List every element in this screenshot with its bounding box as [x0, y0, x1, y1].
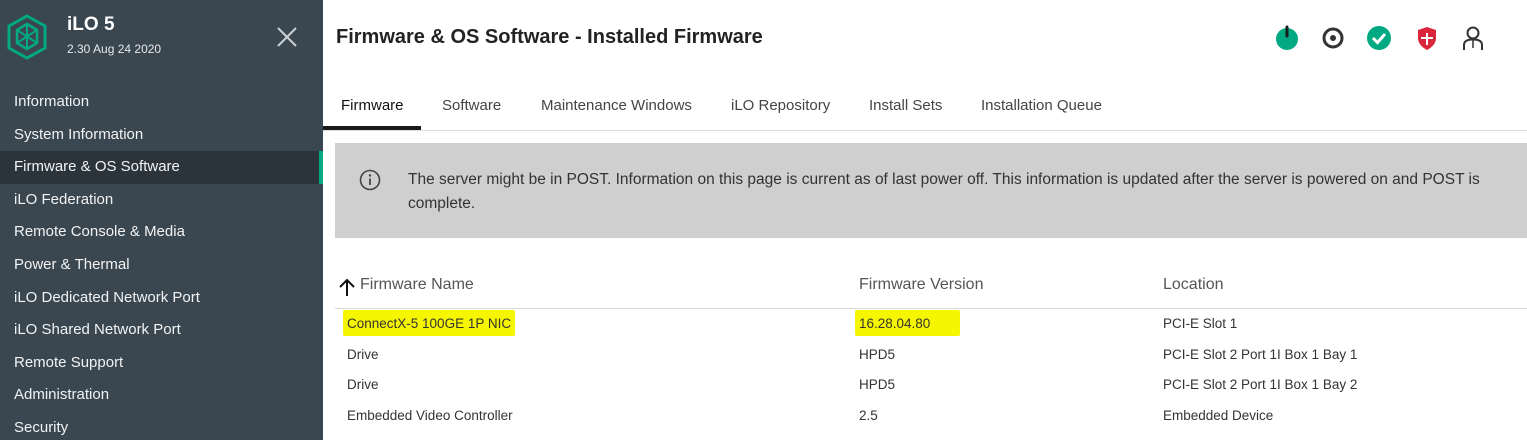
- sidebar-item-administration[interactable]: Administration: [0, 379, 323, 412]
- active-tab-indicator: [323, 126, 421, 130]
- tab-ilo-repository[interactable]: iLO Repository: [731, 88, 830, 128]
- table-row[interactable]: ConnectX-5 100GE 1P NIC 16.28.04.80 PCI-…: [335, 309, 1527, 340]
- firmware-name-cell: Drive: [347, 377, 379, 392]
- ilo-logo-icon: [7, 14, 47, 60]
- sidebar-item-remote-support[interactable]: Remote Support: [0, 347, 323, 380]
- info-icon: [359, 169, 381, 191]
- security-shield-icon[interactable]: [1413, 24, 1441, 52]
- sort-ascending-icon[interactable]: [338, 277, 356, 297]
- sidebar-item-ilo-federation[interactable]: iLO Federation: [0, 184, 323, 217]
- user-icon[interactable]: [1459, 24, 1487, 52]
- firmware-version-cell: 16.28.04.80: [855, 310, 961, 336]
- close-icon[interactable]: [274, 24, 300, 50]
- sidebar-item-ilo-dedicated-network-port[interactable]: iLO Dedicated Network Port: [0, 282, 323, 315]
- health-ok-icon[interactable]: [1365, 24, 1393, 52]
- tab-firmware[interactable]: Firmware: [341, 88, 404, 128]
- firmware-version-cell: HPD5: [859, 346, 896, 362]
- app-name: iLO 5: [67, 14, 115, 35]
- firmware-table: Firmware Name Firmware Version Location …: [335, 268, 1527, 431]
- app-version: 2.30 Aug 24 2020: [67, 42, 162, 56]
- tab-software[interactable]: Software: [442, 88, 501, 128]
- alert-message: The server might be in POST. Information…: [408, 171, 1480, 212]
- location-cell: PCI-E Slot 1: [1163, 316, 1238, 331]
- column-header-location[interactable]: Location: [1163, 276, 1224, 294]
- column-header-firmware-name[interactable]: Firmware Name: [360, 276, 474, 294]
- locator-icon[interactable]: [1319, 24, 1347, 52]
- table-row[interactable]: Drive HPD5 PCI-E Slot 2 Port 1I Box 1 Ba…: [335, 370, 1527, 401]
- firmware-name-cell: Drive: [347, 346, 379, 362]
- main-content: Firmware & OS Software - Installed Firmw…: [323, 0, 1527, 440]
- column-header-firmware-version[interactable]: Firmware Version: [859, 276, 983, 294]
- table-row[interactable]: Embedded Video Controller 2.5 Embedded D…: [335, 401, 1527, 432]
- sidebar-header: iLO 5 2.30 Aug 24 2020: [0, 0, 323, 84]
- table-header: Firmware Name Firmware Version Location: [335, 268, 1527, 309]
- sidebar-nav: Information System Information Firmware …: [0, 86, 323, 445]
- tab-bar: Firmware Software Maintenance Windows iL…: [323, 88, 1527, 131]
- tab-maintenance-windows[interactable]: Maintenance Windows: [541, 88, 692, 128]
- location-cell: PCI-E Slot 2 Port 1I Box 1 Bay 2: [1163, 377, 1358, 392]
- sidebar-item-ilo-shared-network-port[interactable]: iLO Shared Network Port: [0, 314, 323, 347]
- location-cell: Embedded Device: [1163, 407, 1274, 423]
- tab-installation-queue[interactable]: Installation Queue: [981, 88, 1102, 128]
- firmware-name-cell: Embedded Video Controller: [347, 407, 513, 423]
- firmware-version-cell: HPD5: [859, 377, 896, 392]
- sidebar: iLO 5 2.30 Aug 24 2020 Information Syste…: [0, 0, 323, 440]
- firmware-version-cell: 2.5: [859, 407, 878, 423]
- power-icon[interactable]: [1273, 24, 1301, 52]
- table-row[interactable]: Drive HPD5 PCI-E Slot 2 Port 1I Box 1 Ba…: [335, 340, 1527, 371]
- location-cell: PCI-E Slot 2 Port 1I Box 1 Bay 1: [1163, 346, 1358, 362]
- sidebar-item-remote-console-media[interactable]: Remote Console & Media: [0, 216, 323, 249]
- tab-install-sets[interactable]: Install Sets: [869, 88, 942, 128]
- firmware-name-cell: ConnectX-5 100GE 1P NIC: [343, 310, 516, 336]
- sidebar-item-information[interactable]: Information: [0, 86, 323, 119]
- sidebar-item-firmware-os-software[interactable]: Firmware & OS Software: [0, 151, 323, 184]
- sidebar-item-power-thermal[interactable]: Power & Thermal: [0, 249, 323, 282]
- post-status-alert: The server might be in POST. Information…: [335, 143, 1527, 238]
- page-title: Firmware & OS Software - Installed Firmw…: [336, 26, 763, 48]
- sidebar-item-system-information[interactable]: System Information: [0, 119, 323, 152]
